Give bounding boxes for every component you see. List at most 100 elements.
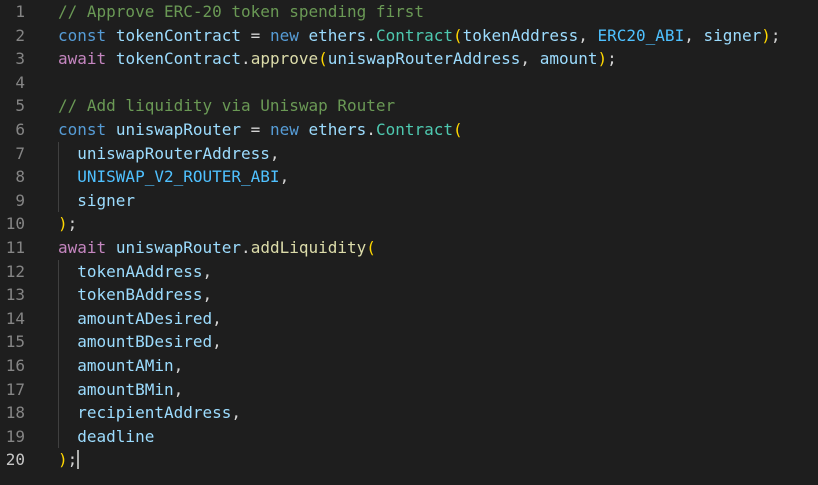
- code-token: ethers: [308, 120, 367, 139]
- code-line[interactable]: signer: [58, 189, 135, 213]
- code-token: .: [366, 25, 376, 45]
- code-line[interactable]: await uniswapRouter.addLiquidity(: [58, 236, 376, 260]
- code-token: amountADesired: [77, 308, 213, 328]
- line-number: 20: [5, 450, 25, 470]
- code-line[interactable]: const tokenContract = new ethers.Contrac…: [58, 24, 781, 48]
- line-number: 15: [5, 332, 25, 352]
- line-number: 2: [15, 25, 25, 45]
- code-token: ,: [202, 261, 213, 281]
- text-cursor: [77, 450, 80, 470]
- code-token: (: [453, 25, 463, 45]
- code-token: // Add liquidity via Uniswap Router: [58, 96, 396, 116]
- code-area[interactable]: // Approve ERC-20 token spending first co…: [58, 0, 818, 485]
- line-number: 19: [5, 426, 25, 446]
- code-token: amountBDesired: [77, 332, 213, 352]
- code-line[interactable]: await tokenContract.approve(uniswapRoute…: [58, 47, 617, 71]
- code-token: amount: [539, 49, 598, 69]
- code-token: .: [366, 120, 376, 139]
- code-token: approve: [250, 49, 319, 69]
- code-line[interactable]: uniswapRouterAddress,: [58, 142, 279, 166]
- code-token: ): [597, 49, 608, 69]
- code-line[interactable]: // Approve ERC-20 token spending first: [58, 0, 424, 24]
- code-token: (: [366, 238, 376, 257]
- code-line[interactable]: UNISWAP_V2_ROUTER_ABI,: [58, 165, 289, 189]
- code-token: ,: [173, 379, 184, 399]
- code-token: // Approve ERC-20 token spending first: [58, 2, 425, 21]
- code-line[interactable]: // Add liquidity via Uniswap Router: [58, 94, 395, 118]
- code-token: ethers: [308, 25, 367, 45]
- line-number: 16: [5, 356, 25, 375]
- code-line[interactable]: amountADesired,: [58, 307, 222, 331]
- line-number: 7: [15, 143, 25, 163]
- code-token: signer: [703, 25, 762, 45]
- line-number: 11: [5, 238, 25, 257]
- code-line[interactable]: tokenBAddress,: [58, 283, 212, 307]
- line-number: 1: [15, 2, 25, 21]
- code-token: tokenBAddress: [77, 285, 203, 305]
- code-token: ): [761, 25, 771, 45]
- code-token: ,: [212, 332, 222, 352]
- code-token: ERC20_ABI: [597, 25, 685, 45]
- code-line[interactable]: amountBMin,: [58, 378, 183, 402]
- code-token: .: [241, 238, 251, 257]
- code-token: =: [241, 25, 270, 45]
- code-token: tokenAAddress: [77, 261, 203, 281]
- code-token: uniswapRouterAddress: [77, 143, 270, 163]
- code-token: uniswapRouter: [115, 120, 242, 139]
- code-line[interactable]: deadline: [58, 425, 154, 449]
- code-line[interactable]: );: [58, 212, 77, 236]
- line-number-gutter: 1 2 3 4 5 6 7 8 9 10 11 12 13 14 15 16 17 18 19 20: [0, 0, 44, 485]
- code-line[interactable]: amountBDesired,: [58, 330, 222, 354]
- code-token: uniswapRouterAddress: [327, 49, 521, 69]
- line-number: 10: [5, 214, 25, 234]
- code-token: (: [318, 49, 328, 69]
- code-token: new: [269, 120, 299, 139]
- code-token: Contract: [375, 25, 453, 45]
- code-token: ): [58, 214, 68, 234]
- code-editor[interactable]: 1 2 3 4 5 6 7 8 9 10 11 12 13 14 15 16 17 18 19 20 // Appro…: [0, 0, 818, 485]
- code-token: uniswapRouter: [115, 238, 242, 257]
- code-token: ,: [684, 25, 704, 45]
- code-token: (: [453, 120, 463, 139]
- code-line[interactable]: const uniswapRouter = new ethers.Contrac…: [58, 118, 463, 142]
- code-token: Contract: [375, 120, 453, 139]
- code-token: const: [58, 25, 107, 45]
- code-line[interactable]: amountAMin,: [58, 354, 183, 378]
- line-number: 6: [15, 120, 25, 139]
- code-line[interactable]: );: [58, 448, 80, 472]
- line-number: 3: [15, 49, 25, 69]
- code-token: ): [58, 450, 68, 470]
- code-token: ,: [212, 308, 222, 328]
- code-token: ,: [578, 25, 598, 45]
- line-number: 12: [5, 261, 25, 281]
- code-token: signer: [77, 190, 136, 210]
- code-token: ,: [279, 167, 290, 187]
- code-line[interactable]: recipientAddress,: [58, 401, 241, 425]
- line-number: 13: [5, 285, 25, 305]
- code-token: tokenContract: [115, 25, 242, 45]
- code-token: =: [241, 120, 270, 139]
- code-token: ;: [67, 214, 78, 234]
- code-line[interactable]: tokenAAddress,: [58, 260, 212, 284]
- line-number: 4: [15, 72, 25, 92]
- code-token: ,: [202, 285, 213, 305]
- line-number: 5: [15, 96, 25, 116]
- code-token: new: [269, 25, 299, 45]
- code-token: const: [58, 120, 107, 139]
- code-token: await: [58, 49, 107, 69]
- code-token: ;: [607, 49, 617, 69]
